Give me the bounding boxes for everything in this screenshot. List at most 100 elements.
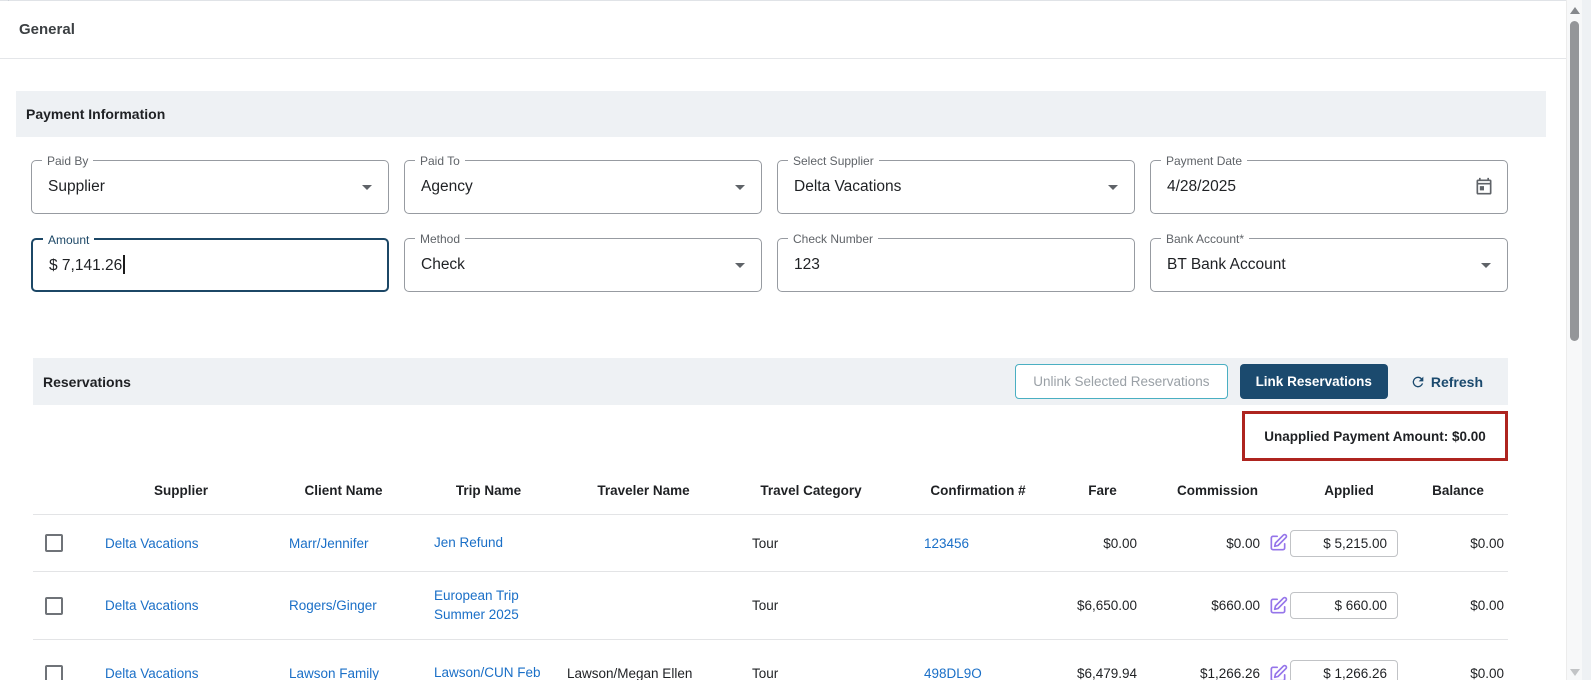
page-title: General (19, 21, 75, 38)
payment-date-value: 4/28/2025 (1167, 178, 1236, 195)
balance-value: $0.00 (1470, 535, 1504, 551)
travel-category: Tour (752, 666, 779, 680)
balance-value: $0.00 (1470, 598, 1504, 613)
reservations-table: Supplier Client Name Trip Name Traveler … (33, 466, 1508, 680)
client-name-link[interactable]: Marr/Jennifer (271, 536, 416, 551)
edit-commission-icon[interactable] (1268, 533, 1288, 553)
scroll-down-arrow-icon[interactable] (1570, 669, 1580, 676)
paid-to-value: Agency (421, 178, 473, 195)
supplier-link[interactable]: Delta Vacations (91, 536, 271, 551)
bank-account-label: Bank Account* (1161, 231, 1250, 247)
col-header-supplier: Supplier (153, 482, 208, 498)
trip-name-link[interactable]: Lawson/CUN Feb (434, 664, 541, 680)
method-label: Method (415, 231, 466, 247)
vertical-scrollbar[interactable] (1566, 0, 1582, 680)
chevron-down-icon (735, 185, 745, 190)
col-header-confirmation: Confirmation # (930, 482, 1026, 498)
check-number-value: 123 (794, 256, 820, 273)
reservations-actions: Unlink Selected Reservations Link Reserv… (1015, 364, 1483, 399)
unlink-selected-reservations-button[interactable]: Unlink Selected Reservations (1015, 364, 1228, 399)
method-value: Check (421, 256, 465, 273)
edit-commission-icon[interactable] (1268, 664, 1288, 680)
col-header-commission: Commission (1176, 482, 1258, 498)
bank-account-value: BT Bank Account (1167, 256, 1286, 273)
trip-name-link[interactable]: Jen Refund (434, 534, 503, 552)
fare-value: $6,479.94 (1076, 666, 1137, 680)
col-header-traveler-name: Traveler Name (597, 482, 690, 498)
scroll-up-arrow-icon[interactable] (1570, 7, 1580, 14)
commission-value: $1,266.26 (1199, 666, 1260, 680)
payment-fields-row-1: Paid By Supplier Paid To Agency Select S… (31, 153, 1508, 214)
bank-account-select[interactable]: Bank Account* BT Bank Account (1150, 231, 1508, 292)
payment-fields-row-2: Amount $ 7,141.26 Method Check Check Num… (31, 231, 1508, 292)
col-header-travel-category: Travel Category (760, 482, 862, 498)
balance-value: $0.00 (1470, 666, 1504, 680)
select-supplier-select[interactable]: Select Supplier Delta Vacations (777, 153, 1135, 214)
col-header-fare: Fare (1088, 482, 1117, 498)
supplier-link[interactable]: Delta Vacations (91, 666, 271, 680)
select-supplier-label: Select Supplier (788, 153, 879, 169)
paid-by-label: Paid By (42, 153, 94, 169)
confirmation-link[interactable]: 498DL9O (896, 666, 1060, 680)
paid-by-select[interactable]: Paid By Supplier (31, 153, 389, 214)
travel-category: Tour (752, 598, 779, 613)
unapplied-payment-amount-label: Unapplied Payment Amount: $0.00 (1264, 428, 1486, 444)
col-header-balance: Balance (1432, 482, 1484, 498)
row-checkbox[interactable] (45, 596, 63, 615)
applied-amount-input[interactable] (1290, 592, 1398, 619)
table-row: Delta Vacations Rogers/Ginger European T… (33, 571, 1508, 639)
applied-amount-input[interactable] (1290, 660, 1398, 680)
text-cursor (123, 255, 125, 274)
fare-value: $6,650.00 (1076, 598, 1137, 613)
paid-by-value: Supplier (48, 178, 105, 195)
applied-amount-input[interactable] (1290, 529, 1398, 557)
amount-field[interactable]: Amount $ 7,141.26 (31, 232, 389, 292)
refresh-button[interactable]: Refresh (1410, 374, 1483, 390)
check-number-field[interactable]: Check Number 123 (777, 231, 1135, 292)
table-header-row: Supplier Client Name Trip Name Traveler … (33, 466, 1508, 514)
chevron-down-icon (362, 185, 372, 190)
payment-entry-screen: General Payment Information Paid By Supp… (0, 0, 1591, 680)
link-reservations-button[interactable]: Link Reservations (1239, 364, 1388, 399)
supplier-link[interactable]: Delta Vacations (91, 598, 271, 613)
client-name-link[interactable]: Lawson Family (271, 666, 416, 680)
col-header-applied: Applied (1324, 482, 1374, 498)
client-name-link[interactable]: Rogers/Ginger (271, 598, 416, 613)
refresh-label: Refresh (1430, 373, 1483, 390)
col-header-client-name: Client Name (304, 482, 383, 498)
amount-label: Amount (43, 232, 95, 248)
confirmation-link[interactable]: 123456 (896, 536, 1060, 551)
traveler-name: Lawson/Megan Ellen (567, 666, 693, 680)
calendar-icon[interactable] (1474, 177, 1494, 197)
select-supplier-value: Delta Vacations (794, 178, 902, 195)
fare-value: $0.00 (1103, 535, 1137, 551)
reservations-title: Reservations (43, 373, 131, 390)
paid-to-label: Paid To (415, 153, 465, 169)
payment-information-title: Payment Information (26, 106, 166, 122)
payment-date-field[interactable]: Payment Date 4/28/2025 (1150, 153, 1508, 214)
chevron-down-icon (1108, 185, 1118, 190)
row-checkbox[interactable] (45, 534, 63, 552)
edit-commission-icon[interactable] (1268, 596, 1288, 616)
payment-date-label: Payment Date (1161, 153, 1248, 169)
scrollbar-thumb[interactable] (1570, 21, 1579, 341)
method-select[interactable]: Method Check (404, 231, 762, 292)
trip-name-link[interactable]: European Trip Summer 2025 (434, 587, 542, 623)
chevron-down-icon (1481, 263, 1491, 268)
general-header: General (0, 1, 1566, 59)
refresh-icon (1410, 374, 1426, 390)
table-row: Delta Vacations Lawson Family Lawson/CUN… (33, 639, 1508, 680)
unapplied-payment-amount-box: Unapplied Payment Amount: $0.00 (1242, 411, 1508, 461)
col-header-trip-name: Trip Name (455, 482, 522, 498)
page-gutter (1582, 0, 1591, 680)
reservations-header: Reservations Unlink Selected Reservation… (33, 358, 1508, 405)
amount-value: $ 7,141.26 (49, 255, 125, 275)
commission-value: $0.00 (1226, 535, 1260, 551)
payment-information-header: Payment Information (16, 91, 1546, 137)
row-checkbox[interactable] (45, 664, 63, 680)
paid-to-select[interactable]: Paid To Agency (404, 153, 762, 214)
travel-category: Tour (752, 535, 779, 551)
commission-value: $660.00 (1211, 598, 1260, 613)
check-number-label: Check Number (788, 231, 879, 247)
chevron-down-icon (735, 263, 745, 268)
